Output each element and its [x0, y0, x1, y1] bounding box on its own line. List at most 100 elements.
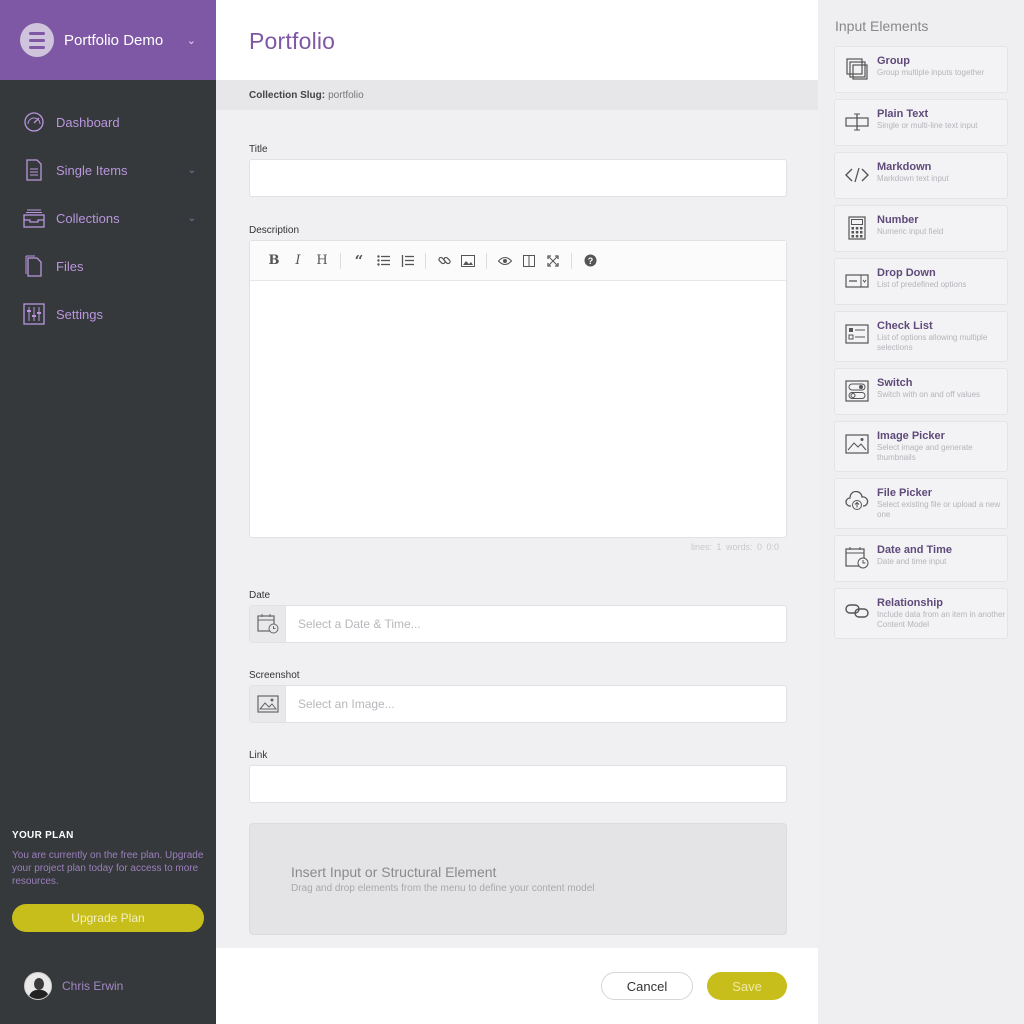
link-icon[interactable]: [432, 249, 456, 273]
preview-eye-icon[interactable]: [493, 249, 517, 273]
upgrade-plan-button[interactable]: Upgrade Plan: [12, 904, 204, 932]
toolbar-divider: [340, 252, 341, 269]
sidebar-nav: Dashboard Single Items ⌄ Collections ⌄ F…: [0, 98, 216, 338]
document-icon: [22, 158, 46, 182]
main-content: Portfolio Collection Slug: portfolio Tit…: [216, 0, 818, 1024]
fullscreen-icon[interactable]: [541, 249, 565, 273]
element-name: File Picker: [877, 487, 933, 499]
sidebar-item-single-items[interactable]: Single Items ⌄: [0, 146, 216, 194]
panel-title: Input Elements: [835, 18, 929, 34]
element-name: Switch: [877, 377, 913, 389]
sidebar-item-collections[interactable]: Collections ⌄: [0, 194, 216, 242]
screenshot-field-label: Screenshot: [249, 670, 300, 681]
user-menu[interactable]: Chris Erwin: [24, 972, 123, 1000]
toolbar-divider: [425, 252, 426, 269]
heading-icon[interactable]: H: [310, 249, 334, 273]
sidebar-item-files[interactable]: Files: [0, 242, 216, 290]
element-description: Group multiple inputs together: [877, 68, 985, 77]
element-dropzone[interactable]: Insert Input or Structural Element Drag …: [249, 823, 787, 935]
element-switch[interactable]: Switch Switch with on and off values: [834, 368, 1008, 415]
plan-info: YOUR PLAN You are currently on the free …: [12, 830, 204, 888]
sidebar-item-label: Files: [56, 258, 84, 274]
element-description: Select existing file or upload a new one: [877, 500, 1001, 519]
element-description: Markdown text input: [877, 174, 949, 183]
side-by-side-icon[interactable]: [517, 249, 541, 273]
element-name: Image Picker: [877, 430, 945, 442]
sidebar: Portfolio Demo ⌄ Dashboard Single Items …: [0, 0, 216, 1024]
calculator-icon: [845, 216, 869, 240]
element-file-picker[interactable]: File Picker Select existing file or uploa…: [834, 478, 1008, 529]
element-group[interactable]: Group Group multiple inputs together: [834, 46, 1008, 93]
bold-icon[interactable]: B: [262, 249, 286, 273]
project-logo-icon: [20, 23, 54, 57]
image-picker-field[interactable]: Select an Image...: [249, 685, 787, 723]
help-icon[interactable]: ?: [578, 249, 602, 273]
element-name: Drop Down: [877, 267, 936, 279]
slug-label: Collection Slug:: [249, 89, 326, 101]
svg-text:?: ?: [587, 256, 593, 266]
sidebar-item-label: Dashboard: [56, 114, 120, 130]
dropzone-title: Insert Input or Structural Element: [291, 864, 497, 880]
unordered-list-icon[interactable]: [371, 249, 395, 273]
element-description: List of options allowing multiple select…: [877, 333, 988, 352]
element-image-picker[interactable]: Image Picker Select image and generate th…: [834, 421, 1008, 472]
element-number[interactable]: Number Numeric input field: [834, 205, 1008, 252]
dropdown-icon: [845, 269, 869, 293]
sidebar-item-label: Settings: [56, 306, 103, 322]
title-input[interactable]: [249, 159, 787, 197]
inbox-tray-icon: [22, 206, 46, 230]
element-name: Group: [877, 55, 910, 67]
cancel-button[interactable]: Cancel: [601, 972, 693, 1000]
editor-status-bar: lines: 1 words: 0 0:0: [690, 542, 779, 552]
screenshot-placeholder: Select an Image...: [298, 697, 395, 711]
element-relationship[interactable]: Relationship Include data from an item in…: [834, 588, 1008, 639]
date-placeholder: Select a Date & Time...: [298, 617, 421, 631]
calendar-clock-icon[interactable]: [250, 606, 286, 642]
element-plain-text[interactable]: Plain Text Single or multi-line text inpu…: [834, 99, 1008, 146]
element-markdown[interactable]: Markdown Markdown text input: [834, 152, 1008, 199]
toolbar-divider: [486, 252, 487, 269]
sidebar-item-dashboard[interactable]: Dashboard: [0, 98, 216, 146]
save-button[interactable]: Save: [707, 972, 787, 1000]
element-description: Switch with on and off values: [877, 390, 981, 399]
ordered-list-icon[interactable]: [395, 249, 419, 273]
element-name: Relationship: [877, 597, 944, 609]
cloud-upload-icon: [845, 489, 869, 513]
input-elements-panel: Input Elements Group Group multiple input…: [818, 0, 1024, 1024]
image-icon[interactable]: [250, 686, 286, 722]
italic-icon[interactable]: I: [286, 249, 310, 273]
image-icon[interactable]: [456, 249, 480, 273]
project-switcher[interactable]: Portfolio Demo ⌄: [0, 0, 216, 80]
link-field-label: Link: [249, 750, 268, 761]
link-chain-icon: [845, 599, 869, 623]
quote-icon[interactable]: “: [347, 249, 371, 273]
plan-description: You are currently on the free plan. Upgr…: [12, 850, 204, 887]
toolbar-divider: [571, 252, 572, 269]
calendar-clock-icon: [845, 546, 869, 570]
slug-value: portfolio: [328, 89, 364, 101]
element-date-and-time[interactable]: Date and Time Date and time input: [834, 535, 1008, 582]
sidebar-item-settings[interactable]: Settings: [0, 290, 216, 338]
text-cursor-icon: [845, 110, 869, 134]
sidebar-item-label: Collections: [56, 210, 120, 226]
checklist-icon: [845, 322, 869, 346]
element-check-list[interactable]: Check List List of options allowing multi…: [834, 311, 1008, 362]
chevron-down-icon: ⌄: [186, 34, 196, 47]
plan-title: YOUR PLAN: [12, 830, 74, 841]
title-field-label: Title: [249, 144, 268, 155]
element-drop-down[interactable]: Drop Down List of predefined options: [834, 258, 1008, 305]
element-description: Date and time input: [877, 557, 947, 566]
date-picker-field[interactable]: Select a Date & Time...: [249, 605, 787, 643]
link-input[interactable]: [249, 765, 787, 803]
files-icon: [22, 254, 46, 278]
image-icon: [845, 432, 869, 456]
sidebar-item-label: Single Items: [56, 162, 128, 178]
user-name: Chris Erwin: [62, 979, 124, 993]
page-title: Portfolio: [249, 28, 336, 54]
avatar: [24, 972, 52, 1000]
element-name: Date and Time: [877, 544, 952, 556]
input-elements-list: Group Group multiple inputs together Plai…: [834, 46, 1008, 639]
code-icon: [845, 163, 869, 187]
form-footer: Cancel Save: [216, 948, 818, 1024]
element-description: Include data from an item in another Con…: [877, 610, 1006, 629]
